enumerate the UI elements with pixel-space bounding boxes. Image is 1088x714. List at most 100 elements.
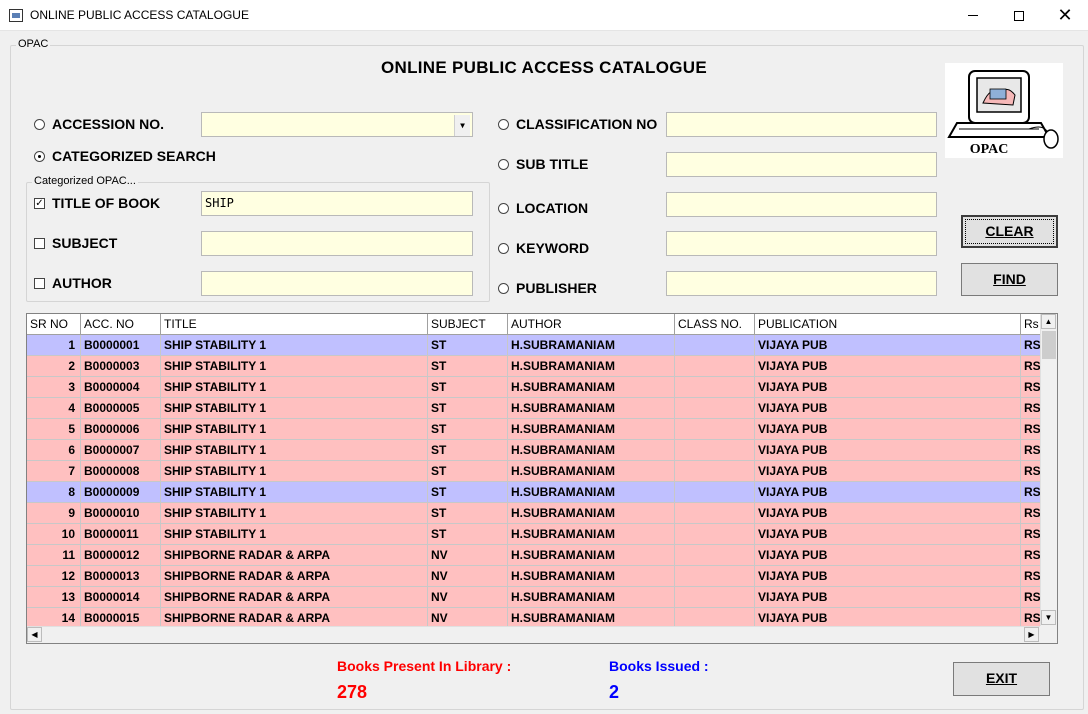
- author-input[interactable]: [201, 271, 473, 296]
- table-row[interactable]: 7 B0000008 SHIP STABILITY 1 ST H.SUBRAMANIAM…: [27, 461, 1040, 482]
- cell-sr-no: 8: [27, 482, 81, 502]
- exit-button[interactable]: EXIT: [953, 662, 1050, 696]
- table-row[interactable]: 3 B0000004 SHIP STABILITY 1 ST H.SUBRAMANIAM…: [27, 377, 1040, 398]
- window-title: ONLINE PUBLIC ACCESS CATALOGUE: [30, 8, 249, 22]
- publisher-input[interactable]: [666, 271, 937, 296]
- cell-rs: RS: [1024, 527, 1040, 541]
- column-header-subject[interactable]: SUBJECT: [428, 314, 508, 335]
- cell-sr-no: 9: [27, 503, 81, 523]
- table-row[interactable]: 5 B0000006 SHIP STABILITY 1 ST H.SUBRAMANIAM…: [27, 419, 1040, 440]
- chevron-down-icon[interactable]: ▼: [454, 115, 470, 136]
- scroll-up-icon[interactable]: ▲: [1041, 314, 1056, 329]
- close-button[interactable]: ✕: [1042, 0, 1088, 31]
- cell-subject: ST: [428, 398, 508, 418]
- keyword-radio[interactable]: [498, 243, 509, 254]
- publisher-radio[interactable]: [498, 283, 509, 294]
- cell-author: H.SUBRAMANIAM: [508, 398, 675, 418]
- cell-acc-no: B0000014: [81, 587, 161, 607]
- vertical-scrollbar[interactable]: ▲ ▼: [1040, 314, 1057, 626]
- column-header-author[interactable]: AUTHOR: [508, 314, 675, 335]
- classification-radio[interactable]: [498, 119, 509, 130]
- title-input[interactable]: SHIP: [201, 191, 473, 216]
- cell-title: SHIP STABILITY 1: [161, 503, 428, 523]
- cell-subject: ST: [428, 461, 508, 481]
- cell-author: H.SUBRAMANIAM: [508, 377, 675, 397]
- subject-label: SUBJECT: [52, 235, 118, 251]
- cell-sr-no: 1: [27, 335, 81, 355]
- table-row[interactable]: 8 B0000009 SHIP STABILITY 1 ST H.SUBRAMANIAM…: [27, 482, 1040, 503]
- subtitle-radio[interactable]: [498, 159, 509, 170]
- cell-title: SHIPBORNE RADAR & ARPA: [161, 608, 428, 628]
- horizontal-scrollbar[interactable]: ◀ ▶: [27, 626, 1040, 643]
- cell-acc-no: B0000015: [81, 608, 161, 628]
- cell-publication: VIJAYA PUB: [755, 545, 1021, 565]
- maximize-button[interactable]: [996, 0, 1042, 31]
- classification-input[interactable]: [666, 112, 937, 137]
- table-row[interactable]: 2 B0000003 SHIP STABILITY 1 ST H.SUBRAMANIAM…: [27, 356, 1040, 377]
- table-row[interactable]: 10 B0000011 SHIP STABILITY 1 ST H.SUBRAMANIA…: [27, 524, 1040, 545]
- accession-combo[interactable]: ▼: [201, 112, 473, 137]
- cell-sr-no: 4: [27, 398, 81, 418]
- keyword-input[interactable]: [666, 231, 937, 256]
- minimize-button[interactable]: [950, 0, 996, 31]
- column-header-sr-no[interactable]: SR NO: [27, 314, 81, 335]
- clear-button[interactable]: CLEAR: [961, 215, 1058, 248]
- cell-author: H.SUBRAMANIAM: [508, 503, 675, 523]
- column-header-class-no[interactable]: CLASS NO.: [675, 314, 755, 335]
- subject-checkbox[interactable]: [34, 238, 45, 249]
- accession-radio[interactable]: [34, 119, 45, 130]
- results-grid[interactable]: SR NO ACC. NO TITLE SUBJECT AUTHOR CLASS…: [26, 313, 1058, 644]
- grid-header: SR NO ACC. NO TITLE SUBJECT AUTHOR CLASS…: [27, 314, 1040, 335]
- table-row[interactable]: 6 B0000007 SHIP STABILITY 1 ST H.SUBRAMANIAM…: [27, 440, 1040, 461]
- cell-class-no: [675, 608, 755, 628]
- table-row[interactable]: 9 B0000010 SHIP STABILITY 1 ST H.SUBRAMANIAM…: [27, 503, 1040, 524]
- cell-class-no: [675, 356, 755, 376]
- table-row[interactable]: 1 B0000001 SHIP STABILITY 1 ST H.SUBRAMANIAM…: [27, 335, 1040, 356]
- close-icon: ✕: [1057, 5, 1073, 25]
- computer-icon: OPAC: [947, 70, 1059, 157]
- cell-publication: VIJAYA PUB: [755, 503, 1021, 523]
- cell-title: SHIP STABILITY 1: [161, 482, 428, 502]
- cell-title: SHIP STABILITY 1: [161, 524, 428, 544]
- books-issued-label: Books Issued :: [609, 658, 709, 674]
- column-header-acc-no[interactable]: ACC. NO: [81, 314, 161, 335]
- location-input[interactable]: [666, 192, 937, 217]
- cell-class-no: [675, 524, 755, 544]
- table-row[interactable]: 13 B0000014 SHIPBORNE RADAR & ARPA NV H.SUBR…: [27, 587, 1040, 608]
- location-radio[interactable]: [498, 203, 509, 214]
- cell-title: SHIP STABILITY 1: [161, 461, 428, 481]
- subtitle-input[interactable]: [666, 152, 937, 177]
- cell-subject: ST: [428, 335, 508, 355]
- cell-subject: ST: [428, 524, 508, 544]
- cell-publication: VIJAYA PUB: [755, 587, 1021, 607]
- cell-acc-no: B0000006: [81, 419, 161, 439]
- scroll-right-icon[interactable]: ▶: [1024, 627, 1039, 642]
- cell-sr-no: 11: [27, 545, 81, 565]
- column-header-rs[interactable]: Rs: [1021, 314, 1040, 335]
- maximize-icon: [1014, 10, 1024, 21]
- cell-class-no: [675, 440, 755, 460]
- title-label: TITLE OF BOOK: [52, 195, 161, 211]
- subtitle-label: SUB TITLE: [516, 156, 589, 172]
- table-row[interactable]: 12 B0000013 SHIPBORNE RADAR & ARPA NV H.SUBR…: [27, 566, 1040, 587]
- cell-acc-no: B0000009: [81, 482, 161, 502]
- cell-acc-no: B0000013: [81, 566, 161, 586]
- cell-class-no: [675, 482, 755, 502]
- opac-frame-label: OPAC: [16, 38, 51, 50]
- subject-input[interactable]: [201, 231, 473, 256]
- scroll-left-icon[interactable]: ◀: [27, 627, 42, 642]
- cell-acc-no: B0000004: [81, 377, 161, 397]
- find-button[interactable]: FIND: [961, 263, 1058, 296]
- table-row[interactable]: 11 B0000012 SHIPBORNE RADAR & ARPA NV H.SUBR…: [27, 545, 1040, 566]
- cell-subject: ST: [428, 377, 508, 397]
- categorized-radio[interactable]: [34, 151, 45, 162]
- vertical-scroll-thumb[interactable]: [1042, 331, 1056, 359]
- author-checkbox[interactable]: [34, 278, 45, 289]
- logo-text: OPAC: [970, 142, 1009, 157]
- table-row[interactable]: 4 B0000005 SHIP STABILITY 1 ST H.SUBRAMANIAM…: [27, 398, 1040, 419]
- scroll-down-icon[interactable]: ▼: [1041, 610, 1056, 625]
- cell-title: SHIP STABILITY 1: [161, 377, 428, 397]
- column-header-publication[interactable]: PUBLICATION: [755, 314, 1021, 335]
- column-header-title[interactable]: TITLE: [161, 314, 428, 335]
- title-checkbox[interactable]: ✓: [34, 198, 45, 209]
